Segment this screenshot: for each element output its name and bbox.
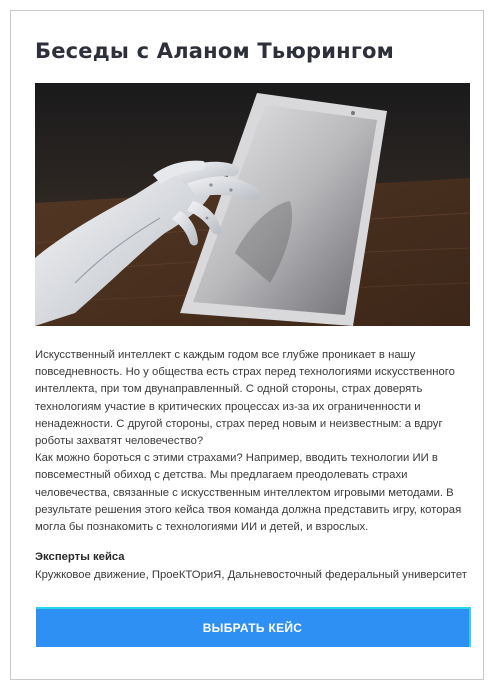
robot-hand-tablet-illustration <box>35 83 470 326</box>
description-paragraph: Как можно бороться с этими страхами? Нап… <box>35 452 462 534</box>
description-paragraph: Искусственный интеллект с каждым годом в… <box>35 349 455 448</box>
case-card: Беседы с Аланом Тьюрингом Искусственный … <box>10 10 484 680</box>
case-image <box>35 83 470 326</box>
case-title: Беседы с Аланом Тьюрингом <box>35 39 395 63</box>
experts-list: Кружковое движение, ПроеКТОриЯ, Дальнево… <box>35 569 467 581</box>
experts-heading: Эксперты кейса <box>35 551 125 563</box>
select-case-button[interactable]: ВЫБРАТЬ КЕЙС <box>36 607 471 647</box>
case-description: Искусственный интеллект с каждым годом в… <box>35 347 471 536</box>
